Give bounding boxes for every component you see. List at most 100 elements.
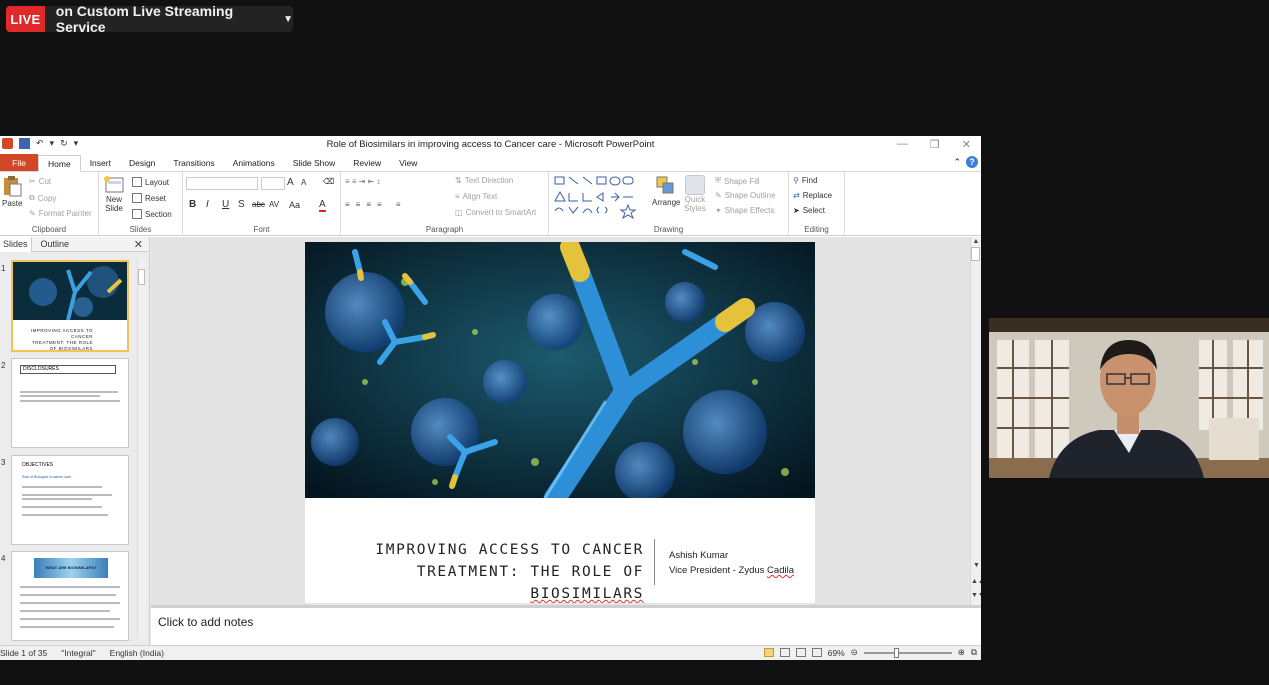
strike-button[interactable]: abc: [252, 200, 265, 209]
shapes-gallery-icon[interactable]: [553, 175, 648, 219]
arrange-button[interactable]: Arrange: [652, 175, 680, 207]
find-label: Find: [801, 176, 818, 185]
quick-styles-button[interactable]: Quick Styles: [684, 175, 706, 213]
restore-icon[interactable]: ❐: [930, 138, 940, 151]
slide-scroll-thumb[interactable]: [971, 247, 980, 261]
zoom-slider[interactable]: [863, 647, 952, 658]
format-painter-button[interactable]: ✎ Format Painter: [29, 209, 92, 218]
italic-icon: I: [206, 199, 209, 210]
new-slide-button[interactable]: New Slide: [103, 175, 125, 213]
reading-view-icon[interactable]: [795, 648, 806, 657]
italic-button[interactable]: I: [206, 199, 209, 210]
slide-title[interactable]: IMPROVING ACCESS TO CANCER TREATMENT: TH…: [305, 539, 644, 603]
current-slide[interactable]: IMPROVING ACCESS TO CANCER TREATMENT: TH…: [305, 242, 815, 603]
shrink-font-button[interactable]: A: [301, 178, 306, 187]
zoom-in-icon[interactable]: ⊕: [958, 647, 965, 658]
layout-label: Layout: [145, 177, 170, 187]
slide-thumb-2[interactable]: DISCLOSURES: [11, 358, 129, 448]
font-color-button[interactable]: A: [319, 199, 326, 212]
shadow-button[interactable]: S: [238, 199, 245, 210]
layout-button[interactable]: Layout: [132, 177, 169, 187]
fit-to-window-icon[interactable]: ⧉: [971, 647, 977, 658]
shadow-icon: S: [238, 199, 245, 210]
tab-home[interactable]: Home: [38, 155, 81, 172]
align-text-button[interactable]: ≡ Align Text: [455, 192, 497, 201]
text-direction-button[interactable]: ⇅ Text Direction: [455, 176, 513, 185]
grow-font-button[interactable]: A: [287, 177, 294, 188]
char-spacing-icon: AV: [269, 200, 280, 209]
slide-scrollbar[interactable]: ▲ ▼ ▲▲ ▼▼: [970, 237, 981, 605]
slide-thumb-1[interactable]: IMPROVING ACCESS TO CANCER TREATMENT: TH…: [11, 260, 129, 352]
section-button[interactable]: Section: [132, 209, 172, 219]
scroll-up-icon[interactable]: ▲: [971, 238, 981, 245]
drawing-label: Drawing: [653, 225, 684, 234]
tab-animations[interactable]: Animations: [224, 154, 284, 171]
thumb-title: OBJECTIVES: [22, 462, 54, 468]
title-bar: ↶ ▾ ↻ ▾ Role of Biosimilars in improving…: [0, 136, 981, 154]
replace-button[interactable]: ⇄ Replace: [793, 191, 832, 200]
bold-button[interactable]: B: [189, 199, 196, 210]
slide-author[interactable]: Ashish Kumar Vice President - Zydus Cadi…: [669, 548, 794, 578]
select-button[interactable]: ➤ Select: [793, 206, 825, 215]
panel-scroll-thumb[interactable]: [138, 269, 145, 285]
font-size-select[interactable]: [261, 177, 285, 190]
align-text-icon: ≡: [455, 192, 460, 201]
tab-slide-show[interactable]: Slide Show: [284, 154, 345, 171]
zoom-level[interactable]: 69%: [828, 648, 845, 658]
paste-button[interactable]: Paste: [2, 175, 22, 208]
clear-format-icon[interactable]: ⌫: [323, 177, 334, 186]
tab-transitions[interactable]: Transitions: [164, 154, 223, 171]
shape-outline-button[interactable]: ✎ Shape Outline: [715, 191, 775, 200]
tab-outline[interactable]: Outline: [38, 237, 73, 252]
underline-icon: U: [222, 199, 230, 210]
cut-button[interactable]: ✂ Cut: [29, 177, 51, 186]
reset-button[interactable]: Reset: [132, 193, 166, 203]
shape-effects-button[interactable]: ✦ Shape Effects: [715, 206, 774, 215]
previous-slide-icon[interactable]: ▲▲: [971, 578, 981, 585]
spacing-button[interactable]: AV: [269, 200, 279, 209]
thumb-number: 2: [1, 361, 6, 370]
font-name-select[interactable]: [186, 177, 258, 190]
slideshow-icon[interactable]: [811, 648, 822, 657]
tab-insert[interactable]: Insert: [81, 154, 120, 171]
notes-pane[interactable]: Click to add notes: [151, 605, 981, 645]
convert-smartart-button[interactable]: ◫ Convert to SmartArt: [455, 208, 536, 217]
screen: LIVE on Custom Live Streaming Service ▼ …: [0, 0, 1269, 685]
tab-slides[interactable]: Slides: [0, 236, 32, 252]
alignment-buttons[interactable]: ≡≡≡≡ ≡: [345, 200, 407, 209]
minimize-icon[interactable]: —: [897, 138, 908, 151]
thumb-line: [20, 395, 100, 397]
scroll-down-icon[interactable]: ▼: [971, 562, 981, 569]
change-case-button[interactable]: Aa: [289, 200, 300, 210]
slide-thumb-4[interactable]: WHAT ARE BIOSIMILARS?: [11, 551, 129, 641]
new-slide-label-2: Slide: [105, 204, 123, 213]
close-icon[interactable]: ✕: [962, 138, 971, 151]
thumb-number: 3: [1, 458, 6, 467]
live-stream-bar[interactable]: LIVE on Custom Live Streaming Service ▼: [6, 3, 293, 35]
slide-thumb-3[interactable]: OBJECTIVES Role of Biologics in cancer c…: [11, 455, 129, 545]
zoom-out-icon[interactable]: ⊝: [851, 647, 858, 658]
caret-down-icon[interactable]: ▼: [283, 14, 293, 25]
underline-button[interactable]: U: [222, 199, 229, 210]
copy-button[interactable]: ⧉ Copy: [29, 193, 56, 203]
bullets-button[interactable]: ≡ ≡ ⇥ ⇤ ↕: [345, 177, 381, 186]
format-painter-label: Format Painter: [38, 209, 92, 218]
normal-view-icon[interactable]: [763, 648, 774, 657]
binoculars-icon: ⚲: [793, 176, 799, 185]
language-indicator[interactable]: English (India): [110, 648, 164, 658]
tab-file[interactable]: File: [0, 154, 38, 171]
collapse-ribbon-icon[interactable]: ⌃: [953, 157, 961, 168]
panel-scrollbar[interactable]: [137, 259, 146, 639]
find-button[interactable]: ⚲ Find: [793, 176, 817, 185]
tab-view[interactable]: View: [390, 154, 426, 171]
shape-fill-label: Shape Fill: [724, 176, 760, 186]
zoom-slider-thumb[interactable]: [893, 647, 899, 658]
author-name: Ashish Kumar: [669, 550, 729, 561]
tab-design[interactable]: Design: [120, 154, 164, 171]
close-panel-icon[interactable]: ✕: [134, 238, 143, 251]
shape-fill-button[interactable]: ⛨ Shape Fill: [715, 176, 760, 186]
tab-review[interactable]: Review: [344, 154, 390, 171]
next-slide-icon[interactable]: ▼▼: [971, 592, 981, 599]
slide-sorter-icon[interactable]: [779, 648, 790, 657]
help-icon[interactable]: ?: [966, 156, 978, 168]
